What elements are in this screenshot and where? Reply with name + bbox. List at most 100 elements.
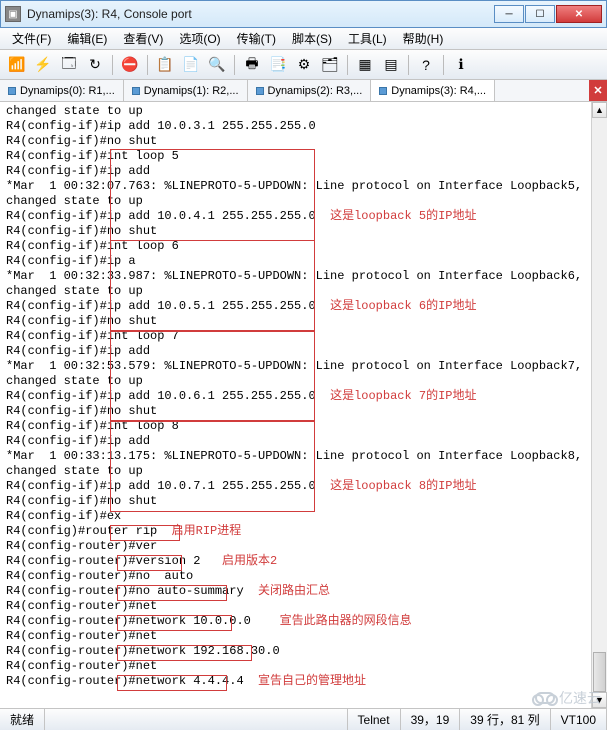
annotation-text: 这是loopback 6的IP地址: [330, 299, 476, 313]
tab-label: Dynamips(2): R3,...: [268, 85, 363, 97]
tile-icon[interactable]: ▦: [354, 54, 376, 76]
app-icon: ▣: [5, 6, 21, 22]
terminal-line: R4(config-router)#no auto-summary 关闭路由汇总: [6, 584, 601, 599]
terminal-line: R4(config-if)#int loop 5: [6, 149, 601, 164]
menu-options[interactable]: 选项(O): [171, 28, 228, 49]
session-icon[interactable]: 🗔: [58, 54, 80, 76]
annotation-text: 这是loopback 8的IP地址: [330, 479, 476, 493]
menu-script[interactable]: 脚本(S): [284, 28, 340, 49]
terminal-line: *Mar 1 00:32:33.987: %LINEPROTO-5-UPDOWN…: [6, 269, 601, 284]
terminal-line: R4(config-if)#ex: [6, 509, 601, 524]
annotation-text: 宣告此路由器的网段信息: [280, 614, 412, 628]
terminal-line: *Mar 1 00:32:53.579: %LINEPROTO-5-UPDOWN…: [6, 359, 601, 374]
titlebar: ▣ Dynamips(3): R4, Console port ─ ☐ ✕: [0, 0, 607, 28]
tab-label: Dynamips(1): R2,...: [144, 85, 239, 97]
copy-icon[interactable]: 📋: [154, 54, 176, 76]
quick-connect-icon[interactable]: ⚡: [32, 54, 54, 76]
connect-icon[interactable]: 📶: [6, 54, 28, 76]
terminal-line: changed state to up: [6, 194, 601, 209]
annotation-text: 这是loopback 5的IP地址: [330, 209, 476, 223]
terminal-line: R4(config-if)#ip add 10.0.6.1 255.255.25…: [6, 389, 601, 404]
menu-view[interactable]: 查看(V): [115, 28, 171, 49]
tab-close-button[interactable]: ✕: [589, 80, 607, 101]
terminal-line: R4(config-router)#ver: [6, 539, 601, 554]
terminal-line: R4(config-if)#no shut: [6, 134, 601, 149]
menu-help[interactable]: 帮助(H): [395, 28, 452, 49]
tab-dynamips-2[interactable]: Dynamips(2): R3,...: [248, 80, 372, 101]
options-icon[interactable]: ⚙: [293, 54, 315, 76]
status-cursor-pos: 39，19: [401, 709, 461, 730]
print-icon[interactable]: 🖶: [241, 54, 263, 76]
tabbar: Dynamips(0): R1,... Dynamips(1): R2,... …: [0, 80, 607, 102]
terminal-line: R4(config-router)#version 2 启用版本2: [6, 554, 601, 569]
cascade-icon[interactable]: ▤: [380, 54, 402, 76]
terminal-line: R4(config-router)#net: [6, 599, 601, 614]
tab-dynamips-0[interactable]: Dynamips(0): R1,...: [0, 80, 124, 101]
toolbar-separator: [147, 55, 148, 75]
scroll-up-icon[interactable]: ▲: [592, 102, 607, 118]
terminal-line: changed state to up: [6, 104, 601, 119]
menu-tools[interactable]: 工具(L): [340, 28, 395, 49]
terminal-line: R4(config-if)#ip add: [6, 164, 601, 179]
vertical-scrollbar[interactable]: ▲ ▼: [591, 102, 607, 708]
disconnect-icon[interactable]: ⛔: [119, 54, 141, 76]
terminal-line: R4(config-if)#ip add: [6, 434, 601, 449]
terminal-line: R4(config-if)#no shut: [6, 494, 601, 509]
terminal-line: R4(config-if)#int loop 7: [6, 329, 601, 344]
statusbar: 就绪 Telnet 39，19 39 行，81 列 VT100: [0, 708, 607, 730]
status-spacer: [45, 709, 348, 730]
terminal-line: *Mar 1 00:32:07.763: %LINEPROTO-5-UPDOWN…: [6, 179, 601, 194]
log-icon[interactable]: 📑: [267, 54, 289, 76]
window-title: Dynamips(3): R4, Console port: [27, 7, 494, 21]
scroll-down-icon[interactable]: ▼: [592, 692, 607, 708]
help-icon[interactable]: ?: [415, 54, 437, 76]
tab-icon: [132, 87, 140, 95]
status-ready: 就绪: [0, 709, 45, 730]
session-options-icon[interactable]: 🗂: [319, 54, 341, 76]
close-button[interactable]: ✕: [556, 5, 602, 23]
terminal-line: R4(config-router)#network 192.168.30.0: [6, 644, 601, 659]
find-icon[interactable]: 🔍: [206, 54, 228, 76]
terminal-line: *Mar 1 00:33:13.175: %LINEPROTO-5-UPDOWN…: [6, 449, 601, 464]
tab-dynamips-3[interactable]: Dynamips(3): R4,...: [371, 80, 495, 101]
terminal-line: changed state to up: [6, 464, 601, 479]
toolbar: 📶 ⚡ 🗔 ↻ ⛔ 📋 📄 🔍 🖶 📑 ⚙ 🗂 ▦ ▤ ? ℹ: [0, 50, 607, 80]
toolbar-separator: [443, 55, 444, 75]
annotation-text: 关闭路由汇总: [258, 584, 330, 598]
tab-icon: [256, 87, 264, 95]
terminal-line: R4(config-if)#no shut: [6, 404, 601, 419]
reconnect-icon[interactable]: ↻: [84, 54, 106, 76]
tab-dynamips-1[interactable]: Dynamips(1): R2,...: [124, 80, 248, 101]
terminal-line: R4(config-if)#ip add 10.0.7.1 255.255.25…: [6, 479, 601, 494]
terminal-line: R4(config-if)#no shut: [6, 224, 601, 239]
paste-icon[interactable]: 📄: [180, 54, 202, 76]
terminal-line: R4(config-if)#no shut: [6, 314, 601, 329]
toolbar-separator: [112, 55, 113, 75]
terminal-line: R4(config-router)#network 4.4.4.4 宣告自己的管…: [6, 674, 601, 689]
terminal-line: R4(config-router)#network 10.0.0.0 宣告此路由…: [6, 614, 601, 629]
status-size: 39 行，81 列: [460, 709, 550, 730]
tab-label: Dynamips(0): R1,...: [20, 85, 115, 97]
menu-file[interactable]: 文件(F): [4, 28, 59, 49]
toolbar-separator: [408, 55, 409, 75]
terminal-line: R4(config-if)#ip a: [6, 254, 601, 269]
terminal-line: R4(config-if)#int loop 8: [6, 419, 601, 434]
annotation-text: 启用版本2: [222, 554, 277, 568]
annotation-text: 宣告自己的管理地址: [258, 674, 366, 688]
about-icon[interactable]: ℹ: [450, 54, 472, 76]
terminal-output[interactable]: changed state to upR4(config-if)#ip add …: [0, 102, 607, 702]
terminal-line: R4(config-if)#ip add: [6, 344, 601, 359]
menubar: 文件(F) 编辑(E) 查看(V) 选项(O) 传输(T) 脚本(S) 工具(L…: [0, 28, 607, 50]
menu-transfer[interactable]: 传输(T): [229, 28, 284, 49]
minimize-button[interactable]: ─: [494, 5, 524, 23]
terminal-line: R4(config-if)#ip add 10.0.3.1 255.255.25…: [6, 119, 601, 134]
tab-label: Dynamips(3): R4,...: [391, 85, 486, 97]
maximize-button[interactable]: ☐: [525, 5, 555, 23]
window-buttons: ─ ☐ ✕: [494, 5, 602, 23]
terminal-line: changed state to up: [6, 284, 601, 299]
terminal-line: R4(config)#router rip 启用RIP进程: [6, 524, 601, 539]
scroll-thumb[interactable]: [593, 652, 606, 692]
toolbar-separator: [234, 55, 235, 75]
menu-edit[interactable]: 编辑(E): [59, 28, 115, 49]
status-emulation: VT100: [551, 709, 607, 730]
